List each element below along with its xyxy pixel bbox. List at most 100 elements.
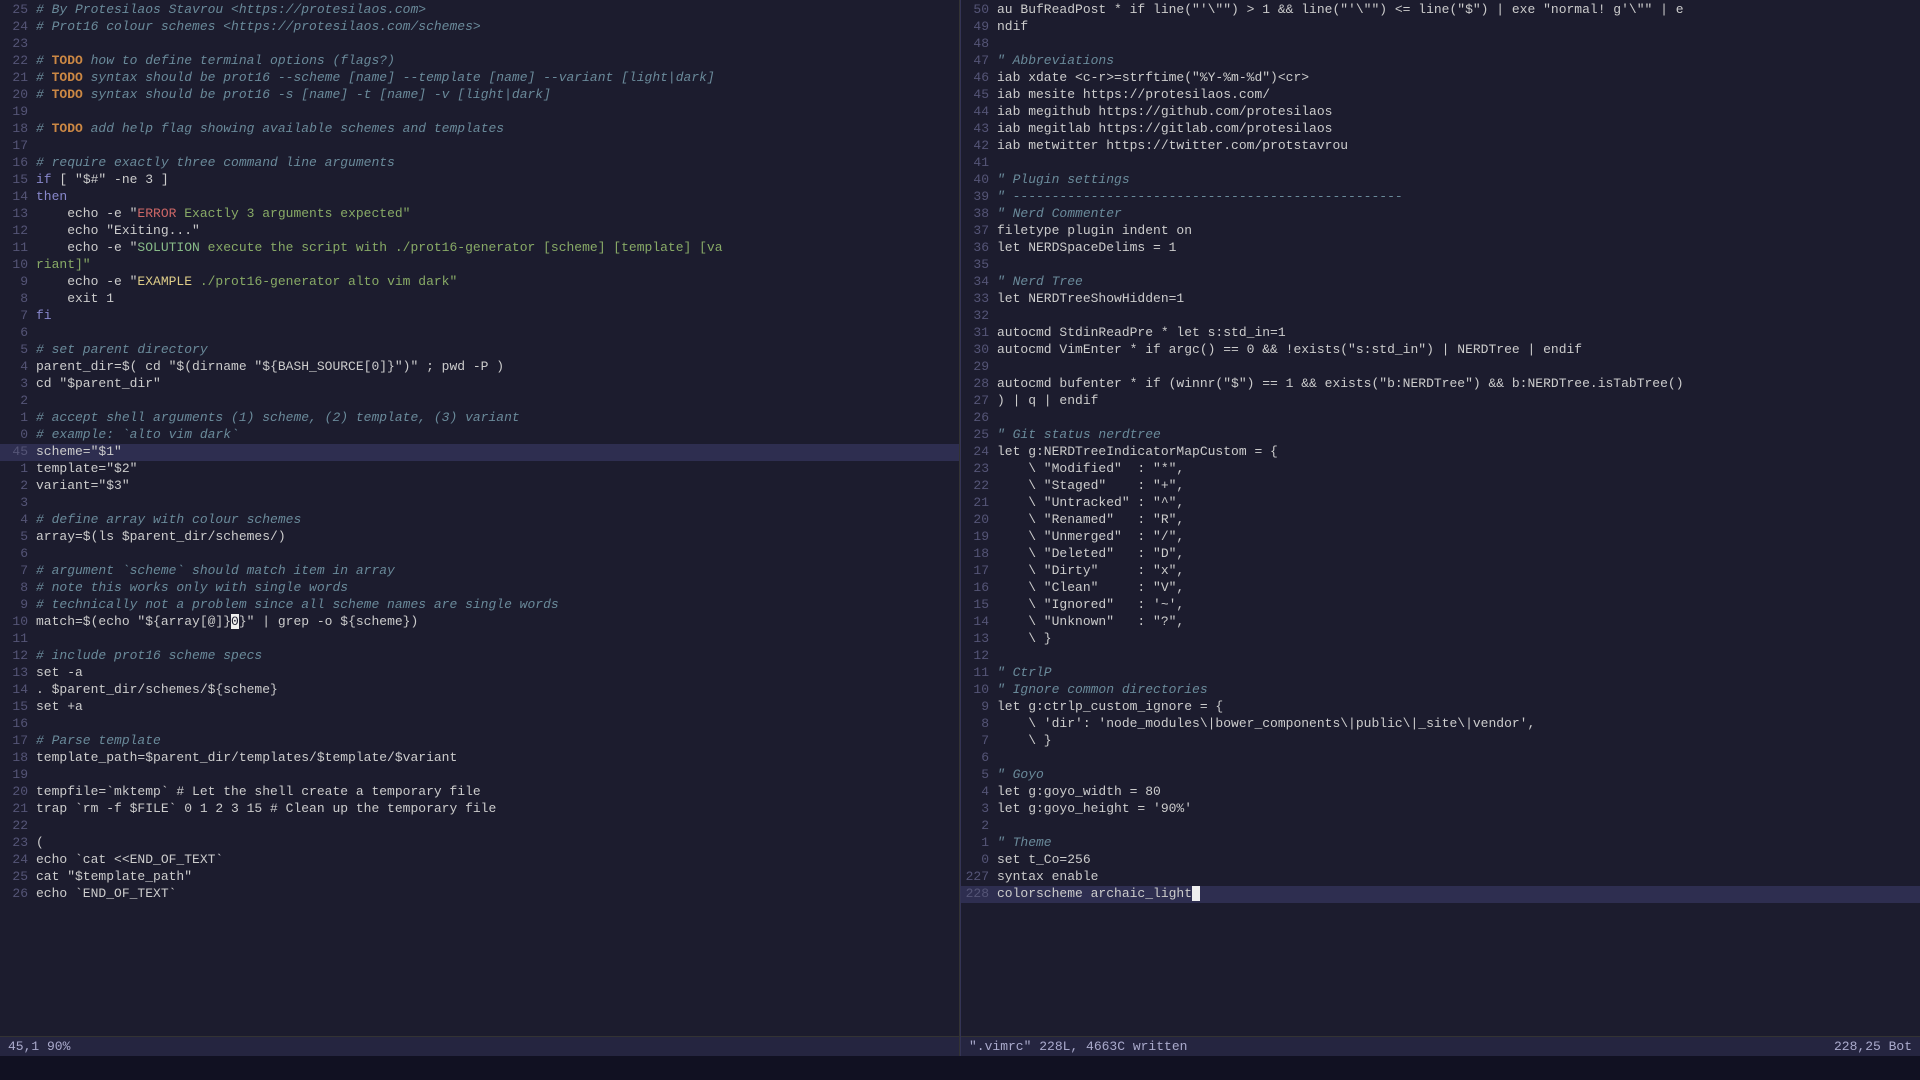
line-number: 43 bbox=[965, 121, 997, 136]
line-number: 9 bbox=[4, 597, 36, 612]
line-number: 4 bbox=[965, 784, 997, 799]
line-content: let g:goyo_width = 80 bbox=[997, 784, 1916, 799]
line-number: 23 bbox=[4, 36, 36, 51]
line-number: 17 bbox=[965, 563, 997, 578]
table-row: 28autocmd bufenter * if (winnr("$") == 1… bbox=[961, 376, 1920, 393]
line-number: 16 bbox=[965, 580, 997, 595]
line-content: iab xdate <c-r>=strftime("%Y-%m-%d")<cr> bbox=[997, 70, 1916, 85]
right-code-area[interactable]: 50au BufReadPost * if line("'\"") > 1 &&… bbox=[961, 0, 1920, 1036]
line-number: 13 bbox=[965, 631, 997, 646]
line-content: array=$(ls $parent_dir/schemes/) bbox=[36, 529, 955, 544]
line-number: 15 bbox=[4, 699, 36, 714]
line-content: \ "Staged" : "+", bbox=[997, 478, 1916, 493]
line-number: 40 bbox=[965, 172, 997, 187]
line-content: iab mesite https://protesilaos.com/ bbox=[997, 87, 1916, 102]
line-content: # define array with colour schemes bbox=[36, 512, 955, 527]
line-content: set +a bbox=[36, 699, 955, 714]
table-row: 7fi bbox=[0, 308, 959, 325]
table-row: 11 echo -e "SOLUTION execute the script … bbox=[0, 240, 959, 257]
line-number: 23 bbox=[965, 461, 997, 476]
line-content bbox=[36, 138, 955, 153]
line-number: 25 bbox=[4, 2, 36, 17]
table-row: 11" CtrlP bbox=[961, 665, 1920, 682]
table-row: 8 exit 1 bbox=[0, 291, 959, 308]
line-number: 45 bbox=[965, 87, 997, 102]
left-status-text: 45,1 90% bbox=[8, 1039, 70, 1054]
line-content: \ "Deleted" : "D", bbox=[997, 546, 1916, 561]
line-content: scheme="$1" bbox=[36, 444, 955, 459]
table-row: 12 bbox=[961, 648, 1920, 665]
line-number: 24 bbox=[965, 444, 997, 459]
table-row: 25cat "$template_path" bbox=[0, 869, 959, 886]
line-content: " --------------------------------------… bbox=[997, 189, 1916, 204]
table-row: 3 bbox=[0, 495, 959, 512]
table-row: 41 bbox=[961, 155, 1920, 172]
line-content: tempfile=`mktemp` # Let the shell create… bbox=[36, 784, 955, 799]
line-content: # require exactly three command line arg… bbox=[36, 155, 955, 170]
left-code-area[interactable]: 25# By Protesilaos Stavrou <https://prot… bbox=[0, 0, 959, 1036]
table-row: 18# TODO add help flag showing available… bbox=[0, 121, 959, 138]
table-row: 15if [ "$#" -ne 3 ] bbox=[0, 172, 959, 189]
table-row: 8 \ 'dir': 'node_modules\|bower_componen… bbox=[961, 716, 1920, 733]
line-content: autocmd VimEnter * if argc() == 0 && !ex… bbox=[997, 342, 1916, 357]
line-number: 10 bbox=[4, 257, 36, 272]
table-row: 1# accept shell arguments (1) scheme, (2… bbox=[0, 410, 959, 427]
line-number: 26 bbox=[965, 410, 997, 425]
table-row: 22 bbox=[0, 818, 959, 835]
line-content: ndif bbox=[997, 19, 1916, 34]
line-number: 7 bbox=[4, 308, 36, 323]
table-row: 7# argument `scheme` should match item i… bbox=[0, 563, 959, 580]
line-number: 48 bbox=[965, 36, 997, 51]
table-row: 6 bbox=[0, 546, 959, 563]
vim-command-bar bbox=[0, 1056, 1920, 1080]
line-content bbox=[997, 308, 1916, 323]
line-number: 1 bbox=[965, 835, 997, 850]
line-number: 10 bbox=[965, 682, 997, 697]
table-row: 5" Goyo bbox=[961, 767, 1920, 784]
line-content: \ "Renamed" : "R", bbox=[997, 512, 1916, 527]
line-number: 20 bbox=[4, 87, 36, 102]
table-row: 12 echo "Exiting..." bbox=[0, 223, 959, 240]
table-row: 31autocmd StdinReadPre * let s:std_in=1 bbox=[961, 325, 1920, 342]
table-row: 3let g:goyo_height = '90%' bbox=[961, 801, 1920, 818]
line-content: " Theme bbox=[997, 835, 1916, 850]
table-row: 38" Nerd Commenter bbox=[961, 206, 1920, 223]
editor-container: 25# By Protesilaos Stavrou <https://prot… bbox=[0, 0, 1920, 1056]
line-content bbox=[997, 750, 1916, 765]
line-content: \ "Ignored" : '~', bbox=[997, 597, 1916, 612]
line-content: if [ "$#" -ne 3 ] bbox=[36, 172, 955, 187]
line-content: \ "Modified" : "*", bbox=[997, 461, 1916, 476]
line-number: 32 bbox=[965, 308, 997, 323]
line-number: 11 bbox=[4, 240, 36, 255]
line-content bbox=[36, 631, 955, 646]
table-row: 9let g:ctrlp_custom_ignore = { bbox=[961, 699, 1920, 716]
line-number: 19 bbox=[4, 767, 36, 782]
table-row: 14. $parent_dir/schemes/${scheme} bbox=[0, 682, 959, 699]
line-content: \ "Unknown" : "?", bbox=[997, 614, 1916, 629]
table-row: 20tempfile=`mktemp` # Let the shell crea… bbox=[0, 784, 959, 801]
table-row: 40" Plugin settings bbox=[961, 172, 1920, 189]
line-number: 14 bbox=[4, 682, 36, 697]
table-row: 44iab megithub https://github.com/protes… bbox=[961, 104, 1920, 121]
line-number: 20 bbox=[965, 512, 997, 527]
line-content: autocmd bufenter * if (winnr("$") == 1 &… bbox=[997, 376, 1916, 391]
line-content: " Abbreviations bbox=[997, 53, 1916, 68]
table-row: 16 bbox=[0, 716, 959, 733]
line-content: autocmd StdinReadPre * let s:std_in=1 bbox=[997, 325, 1916, 340]
table-row: 9# technically not a problem since all s… bbox=[0, 597, 959, 614]
line-number: 12 bbox=[965, 648, 997, 663]
table-row: 48 bbox=[961, 36, 1920, 53]
line-content: # note this works only with single words bbox=[36, 580, 955, 595]
table-row: 36let NERDSpaceDelims = 1 bbox=[961, 240, 1920, 257]
line-content: # TODO add help flag showing available s… bbox=[36, 121, 955, 136]
line-content: syntax enable bbox=[997, 869, 1916, 884]
table-row: 43iab megitlab https://gitlab.com/protes… bbox=[961, 121, 1920, 138]
right-pane: 50au BufReadPost * if line("'\"") > 1 &&… bbox=[961, 0, 1920, 1056]
table-row: 30autocmd VimEnter * if argc() == 0 && !… bbox=[961, 342, 1920, 359]
line-content: # TODO syntax should be prot16 -s [name]… bbox=[36, 87, 955, 102]
line-number: 11 bbox=[965, 665, 997, 680]
line-number: 24 bbox=[4, 19, 36, 34]
line-number: 2 bbox=[965, 818, 997, 833]
line-content bbox=[36, 36, 955, 51]
line-number: 33 bbox=[965, 291, 997, 306]
